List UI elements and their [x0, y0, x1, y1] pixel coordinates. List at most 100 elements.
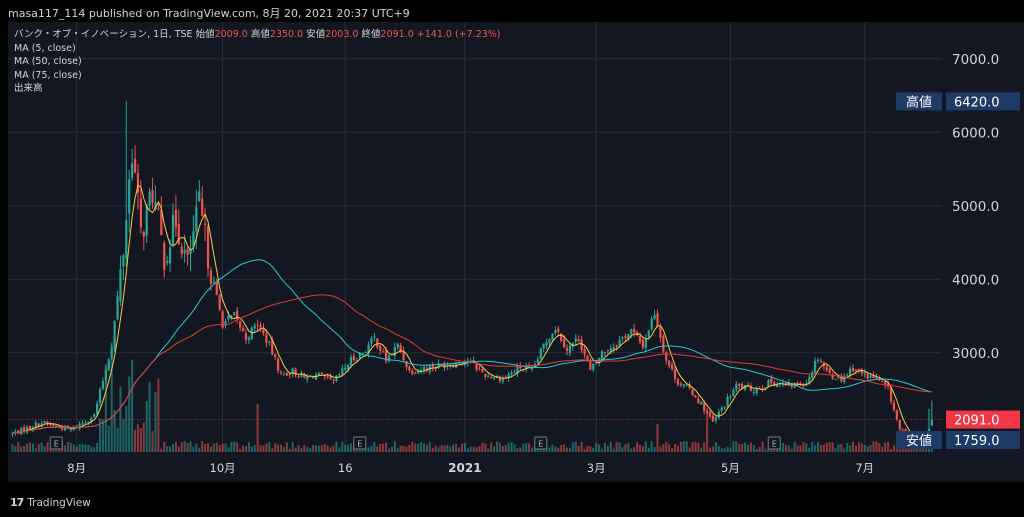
volume-bar [560, 444, 563, 452]
candle-body [630, 329, 633, 335]
volume-bar [551, 444, 554, 452]
candle-body [344, 367, 347, 370]
volume-bar [595, 442, 598, 452]
volume-bar [714, 442, 717, 452]
volume-bar [869, 444, 872, 452]
candle-body [857, 369, 861, 371]
volume-bar [297, 445, 300, 452]
tradingview-logo[interactable]: 17 TradingView [10, 496, 91, 509]
candle-body [151, 189, 154, 203]
volume-bar [157, 378, 160, 452]
candle-body [562, 339, 566, 348]
candle-body [326, 376, 329, 378]
legend-ma75[interactable]: MA (75, close) [14, 69, 501, 83]
candle-body [478, 368, 481, 370]
volume-bar [852, 441, 855, 452]
candle-body [656, 313, 659, 327]
volume-bar [96, 442, 99, 452]
volume-bar [887, 441, 890, 452]
y-tick-label: 4000.0 [952, 272, 999, 288]
volume-bar [455, 444, 458, 452]
candle-body [834, 379, 837, 381]
volume-bar [846, 443, 849, 452]
volume-bar [878, 443, 881, 452]
candle-body [69, 429, 72, 431]
volume-bar [414, 443, 417, 452]
candle-body [536, 359, 539, 364]
plot-area[interactable]: EEEE 高値 安値 バンク・オブ・イノベーション, 1日, TSE 始値2009… [8, 22, 942, 452]
price-axis[interactable]: 7000.0 6000.0 5000.0 4000.0 3000.0 6420.0 2091… [942, 22, 1024, 482]
candle-body [560, 333, 563, 341]
candle-body [101, 381, 105, 389]
volume-bar [580, 442, 583, 452]
volume-bar [828, 442, 831, 452]
legend-volume[interactable]: 出来高 [14, 82, 501, 96]
volume-bar [665, 441, 668, 452]
candle-body [930, 419, 933, 426]
volume-bar [825, 442, 828, 452]
volume-bar [746, 444, 750, 452]
volume-bar [752, 445, 755, 452]
candle-body [732, 389, 735, 396]
time-axis[interactable]: 8月 10月 16 2021 3月 5月 7月 [8, 452, 942, 482]
candle-body [349, 357, 353, 365]
candle-body [387, 355, 391, 362]
candle-body [28, 425, 32, 429]
candle-body [195, 207, 198, 232]
candle-body [133, 158, 137, 173]
candle-body [218, 294, 221, 310]
volume-bar [125, 406, 128, 452]
candle-body [621, 337, 624, 339]
volume-bar [236, 442, 239, 452]
tradingview-logo-icon: 17 [10, 496, 24, 509]
x-tick-label: 7月 [855, 461, 874, 475]
candle-body [201, 198, 204, 216]
legend-ma50[interactable]: MA (50, close) [14, 55, 501, 69]
candle-body [583, 349, 586, 355]
volume-bar [347, 444, 350, 452]
volume-bar [411, 441, 414, 452]
candle-body [221, 311, 224, 328]
open-value: 2009.0 [214, 29, 248, 40]
volume-bar [320, 445, 323, 452]
candle-body [268, 341, 271, 343]
volume-bar [84, 444, 87, 452]
tradingview-brand: TradingView [27, 496, 91, 509]
candle-body [653, 314, 656, 319]
candle-body [484, 373, 487, 377]
candle-body [95, 403, 99, 415]
volume-bar [682, 441, 685, 452]
candle-body [279, 372, 283, 374]
candle-body [239, 321, 242, 328]
close-value: 2091.0 [380, 29, 414, 40]
candle-body [84, 422, 87, 424]
candle-body [93, 414, 96, 418]
volume-bar [326, 445, 329, 452]
time-axis-labels: 8月 10月 16 2021 3月 5月 7月 [67, 461, 874, 475]
earnings-marker-label: E [357, 440, 362, 449]
candle-body [682, 384, 685, 387]
candle-body [548, 339, 551, 344]
volume-bar [408, 444, 411, 452]
candle-body [306, 376, 309, 380]
candle-body [694, 395, 697, 398]
volume-bar [603, 442, 606, 452]
volume-bar [872, 441, 875, 452]
candle-body [131, 163, 134, 178]
volume-bar [490, 442, 493, 452]
volume-bar [136, 424, 139, 452]
volume-bar [425, 444, 428, 452]
x-tick-label: 2021 [448, 461, 481, 475]
volume-bar [694, 441, 697, 452]
volume-bar [69, 442, 72, 452]
volume-bar [784, 444, 787, 452]
volume-bar [697, 442, 700, 452]
volume-bar [638, 444, 642, 452]
legend-ma5[interactable]: MA (5, close) [14, 42, 501, 56]
candle-body [414, 373, 417, 375]
legend-symbol-row[interactable]: バンク・オブ・イノベーション, 1日, TSE 始値2009.0 高値2350.… [14, 28, 501, 42]
volume-bar [805, 443, 808, 452]
candle-body [241, 328, 245, 331]
candle-body [122, 255, 125, 267]
candle-body [676, 378, 680, 385]
